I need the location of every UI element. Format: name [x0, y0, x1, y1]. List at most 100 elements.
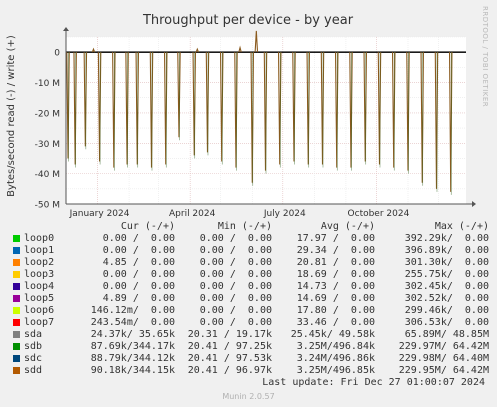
y-tick-label: 0 [54, 49, 60, 59]
legend-value-max: 302.45k/ 0.00 [404, 281, 489, 292]
throughput-chart: Throughput per device - by year Bytes/se… [6, 13, 476, 219]
legend-value-min: 20.31 / 19.17k [187, 329, 272, 340]
x-tick-label: January 2024 [69, 209, 130, 219]
legend-value-max: 229.95M/ 64.42M [398, 365, 489, 376]
munin-version: Munin 2.0.57 [222, 392, 275, 401]
legend-swatch [13, 355, 20, 362]
legend-swatch [13, 319, 20, 326]
legend-value-avg: 29.34 / 0.00 [296, 245, 375, 256]
legend-value-min: 0.00 / 0.00 [199, 233, 272, 244]
legend-row: sda 24.37k/ 35.65k 20.31 / 19.17k 25.45k/ 4… [0, 329, 497, 341]
y-tick-labels: 0 -10 M -20 M -30 M -40 M -50 M [35, 49, 61, 211]
legend-value-avg: 3.24M/496.86k [296, 353, 375, 364]
x-tick-label: April 2024 [169, 209, 216, 219]
legend-value-max: 302.52k/ 0.00 [404, 293, 489, 304]
legend-rows: loop0 0.00 / 0.00 0.00 / 0.00 17.97 / 0.00 3… [0, 233, 497, 377]
legend-value-avg: 25.45k/ 49.58k [290, 329, 375, 340]
y-tick-label: -20 M [35, 109, 60, 119]
y-tick-label: -50 M [35, 201, 60, 211]
legend-value-min: 0.00 / 0.00 [199, 281, 272, 292]
legend-value-max: 306.53k/ 0.00 [404, 317, 489, 328]
legend-value-min: 0.00 / 0.00 [199, 305, 272, 316]
y-tick-label: -10 M [35, 79, 60, 89]
legend-row: loop5 4.89 / 0.00 0.00 / 0.00 14.69 / 0.00 3… [0, 293, 497, 305]
legend-value-min: 0.00 / 0.00 [199, 269, 272, 280]
legend-value-cur: 88.79k/344.12k [90, 353, 175, 364]
legend-series-name: loop1 [24, 245, 55, 256]
legend-value-max: 65.89M/ 48.85M [404, 329, 489, 340]
legend-swatch [13, 331, 20, 338]
legend-value-max: 229.97M/ 64.42M [398, 341, 489, 352]
legend-row: loop1 0.00 / 0.00 0.00 / 0.00 29.34 / 0.00 3… [0, 245, 497, 257]
legend-series-name: loop3 [24, 269, 55, 280]
legend-row: loop4 0.00 / 0.00 0.00 / 0.00 14.73 / 0.00 3… [0, 281, 497, 293]
legend-swatch [13, 367, 20, 374]
legend-row: loop0 0.00 / 0.00 0.00 / 0.00 17.97 / 0.00 3… [0, 233, 497, 245]
legend-series-name: loop6 [24, 305, 55, 316]
chart-title: Throughput per device - by year [142, 13, 354, 28]
legend-value-min: 0.00 / 0.00 [199, 317, 272, 328]
legend-value-min: 20.41 / 96.97k [187, 365, 272, 376]
legend-value-max: 229.98M/ 64.40M [398, 353, 489, 364]
legend-swatch [13, 343, 20, 350]
y-tick-label: -40 M [35, 170, 60, 180]
rrdtool-watermark: RRDTOOL / TOBI OETIKER [481, 6, 489, 108]
legend-value-avg: 3.25M/496.85k [296, 365, 375, 376]
legend-swatch [13, 235, 20, 242]
legend-row: loop7 243.54m/ 0.00 0.00 / 0.00 33.46 / 0.0… [0, 317, 497, 329]
y-tick-label: -30 M [35, 140, 60, 150]
y-axis-label: Bytes/second read (-) / write (+) [6, 35, 17, 197]
legend-series-name: sdb [24, 341, 43, 352]
legend-header-cur: Cur (-/+) [120, 221, 175, 232]
legend-series-name: loop5 [24, 293, 55, 304]
legend-value-cur: 4.85 / 0.00 [102, 257, 175, 268]
legend-value-max: 255.75k/ 0.00 [404, 269, 489, 280]
legend-value-cur: 0.00 / 0.00 [102, 233, 175, 244]
x-axis-arrow [472, 201, 476, 207]
legend-series-name: loop2 [24, 257, 55, 268]
legend-swatch [13, 271, 20, 278]
legend-series-name: loop4 [24, 281, 55, 292]
x-tick-labels: January 2024 April 2024 July 2024 October 2… [69, 209, 410, 219]
legend-value-cur: 0.00 / 0.00 [102, 269, 175, 280]
legend-series-name: sdc [24, 353, 43, 364]
legend-swatch [13, 259, 20, 266]
legend-value-avg: 33.46 / 0.00 [296, 317, 375, 328]
y-axis-arrow [63, 27, 69, 31]
legend-value-cur: 24.37k/ 35.65k [90, 329, 175, 340]
legend-value-cur: 0.00 / 0.00 [102, 245, 175, 256]
legend-header-max: Max (-/+) [434, 221, 489, 232]
legend-value-max: 299.46k/ 0.00 [404, 305, 489, 316]
legend-row: sdb 87.69k/344.17k 20.41 / 97.25k 3.25M/496… [0, 341, 497, 353]
legend-value-avg: 20.81 / 0.00 [296, 257, 375, 268]
legend-value-cur: 146.12m/ 0.00 [90, 305, 175, 316]
legend-value-avg: 18.69 / 0.00 [296, 269, 375, 280]
legend-header-row: Cur (-/+) Min (-/+) Avg (-/+) Max (-/+) [0, 221, 497, 233]
legend-swatch [13, 307, 20, 314]
last-update: Last update: Fri Dec 27 01:00:07 2024 [262, 377, 485, 388]
legend-value-max: 301.30k/ 0.00 [404, 257, 489, 268]
legend-row: loop2 4.85 / 0.00 0.00 / 0.00 20.81 / 0.00 3… [0, 257, 497, 269]
legend-value-avg: 17.80 / 0.00 [296, 305, 375, 316]
legend-value-min: 0.00 / 0.00 [199, 245, 272, 256]
legend-value-min: 0.00 / 0.00 [199, 293, 272, 304]
legend-header-min: Min (-/+) [217, 221, 272, 232]
legend-value-cur: 87.69k/344.17k [90, 341, 175, 352]
legend-value-avg: 17.97 / 0.00 [296, 233, 375, 244]
x-tick-label: October 2024 [348, 209, 410, 219]
legend-value-min: 20.41 / 97.53k [187, 353, 272, 364]
legend-series-name: loop7 [24, 317, 55, 328]
legend-row: sdc 88.79k/344.12k 20.41 / 97.53k 3.24M/496… [0, 353, 497, 365]
legend-value-cur: 243.54m/ 0.00 [90, 317, 175, 328]
legend-table: Cur (-/+) Min (-/+) Avg (-/+) Max (-/+) … [0, 221, 497, 377]
legend-value-avg: 14.69 / 0.00 [296, 293, 375, 304]
legend-value-max: 396.89k/ 0.00 [404, 245, 489, 256]
legend-swatch [13, 283, 20, 290]
legend-row: loop3 0.00 / 0.00 0.00 / 0.00 18.69 / 0.00 2… [0, 269, 497, 281]
legend-swatch [13, 295, 20, 302]
legend-value-avg: 14.73 / 0.00 [296, 281, 375, 292]
legend-row: sdd 90.18k/344.15k 20.41 / 96.97k 3.25M/496… [0, 365, 497, 377]
legend-value-min: 20.41 / 97.25k [187, 341, 272, 352]
legend-value-cur: 0.00 / 0.00 [102, 281, 175, 292]
legend-series-name: loop0 [24, 233, 55, 244]
